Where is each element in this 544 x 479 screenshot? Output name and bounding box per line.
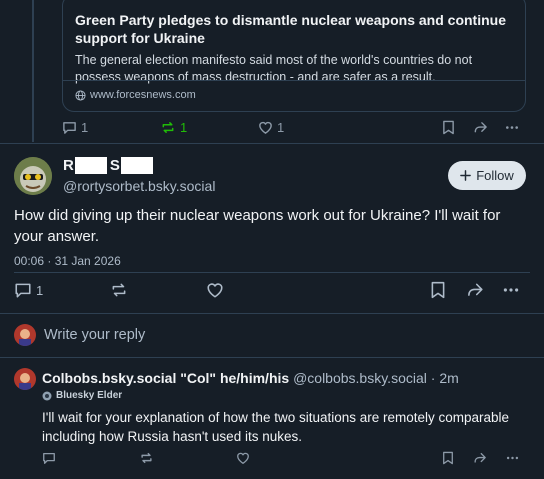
divider bbox=[14, 272, 530, 273]
reply-bookmark-button[interactable] bbox=[442, 451, 454, 465]
repost-icon bbox=[141, 452, 152, 464]
badge-label: Bluesky Elder bbox=[56, 390, 123, 401]
reply-more-button[interactable] bbox=[505, 451, 520, 465]
reply-handle: @colbobs.bsky.social bbox=[293, 370, 427, 386]
follow-button[interactable]: Follow bbox=[448, 161, 526, 190]
like-icon bbox=[237, 452, 249, 464]
reply-button[interactable]: 1 bbox=[14, 281, 43, 299]
link-card-divider bbox=[63, 80, 525, 81]
repost-button[interactable] bbox=[110, 281, 128, 299]
follow-label: Follow bbox=[476, 168, 514, 183]
link-card-source: www.forcesnews.com bbox=[75, 89, 196, 101]
bookmark-button[interactable] bbox=[430, 281, 446, 299]
share-icon bbox=[474, 452, 486, 463]
divider bbox=[0, 143, 544, 144]
bookmark-icon bbox=[443, 451, 453, 465]
parent-bookmark-button[interactable] bbox=[442, 120, 455, 135]
reply-avatar-image bbox=[14, 368, 36, 390]
reply-count: 1 bbox=[36, 282, 44, 298]
bookmark-icon bbox=[431, 281, 445, 299]
post-display-name[interactable]: R S bbox=[63, 157, 153, 174]
divider bbox=[0, 313, 544, 314]
post-text: How did giving up their nuclear weapons … bbox=[14, 207, 501, 245]
reply-placeholder[interactable]: Write your reply bbox=[44, 327, 145, 343]
repost-icon bbox=[162, 122, 174, 133]
post-handle[interactable]: @rortysorbet.bsky.social bbox=[63, 178, 215, 194]
reply-display-name: Colbobs.bsky.social "Col" he/him/his bbox=[42, 370, 290, 386]
share-button[interactable] bbox=[465, 281, 484, 299]
link-card-title: Green Party pledges to dismantle nuclear… bbox=[75, 12, 506, 46]
parent-like-button[interactable]: 1 bbox=[258, 120, 284, 135]
link-card[interactable]: Green Party pledges to dismantle nuclear… bbox=[62, 0, 526, 112]
reply-icon bbox=[43, 452, 55, 464]
avatar-image bbox=[14, 157, 52, 195]
parent-reply-button[interactable]: 1 bbox=[62, 120, 88, 135]
bookmark-icon bbox=[443, 120, 454, 135]
reply-age: · 2m bbox=[430, 370, 459, 386]
globe-icon bbox=[75, 89, 86, 101]
more-icon bbox=[506, 126, 518, 129]
display-name-initial: R bbox=[63, 157, 74, 174]
parent-repost-count: 1 bbox=[180, 120, 188, 135]
bluesky-elder-badge: Bluesky Elder bbox=[42, 390, 122, 401]
reply-icon bbox=[15, 283, 31, 298]
share-icon bbox=[468, 283, 483, 296]
reply-reply-button[interactable] bbox=[42, 451, 56, 465]
parent-more-button[interactable] bbox=[504, 120, 520, 135]
more-icon bbox=[506, 456, 519, 460]
reply-like-button[interactable] bbox=[236, 451, 250, 465]
like-icon bbox=[259, 121, 272, 134]
own-avatar bbox=[14, 324, 36, 346]
like-icon bbox=[207, 283, 223, 298]
reply-author[interactable]: Colbobs.bsky.social "Col" he/him/his @co… bbox=[42, 370, 459, 386]
parent-reply-count: 1 bbox=[81, 120, 89, 135]
like-button[interactable] bbox=[206, 281, 224, 299]
redaction-box bbox=[120, 157, 153, 174]
more-button[interactable] bbox=[502, 281, 520, 299]
reply-icon bbox=[63, 122, 76, 134]
parent-share-button[interactable] bbox=[472, 120, 488, 135]
post-timestamp[interactable]: 00:06 · 31 Jan 2026 bbox=[14, 254, 121, 268]
parent-repost-button[interactable]: 1 bbox=[160, 120, 187, 135]
parent-like-count: 1 bbox=[277, 120, 285, 135]
thread-line bbox=[32, 0, 34, 142]
plus-icon bbox=[460, 170, 472, 181]
badge-icon bbox=[42, 391, 52, 400]
display-name-surname-initial: S bbox=[109, 157, 120, 174]
repost-icon bbox=[112, 283, 126, 297]
reply-repost-button[interactable] bbox=[139, 451, 154, 465]
link-card-domain: www.forcesnews.com bbox=[90, 89, 196, 101]
own-avatar-image bbox=[14, 324, 36, 346]
reply-text: I'll wait for your explanation of how th… bbox=[42, 410, 510, 444]
avatar[interactable] bbox=[14, 157, 52, 195]
more-icon bbox=[503, 288, 519, 292]
reply-share-button[interactable] bbox=[472, 451, 487, 465]
divider bbox=[0, 357, 544, 358]
redaction-box bbox=[74, 157, 107, 174]
share-icon bbox=[474, 122, 487, 133]
reply-avatar[interactable] bbox=[14, 368, 36, 390]
